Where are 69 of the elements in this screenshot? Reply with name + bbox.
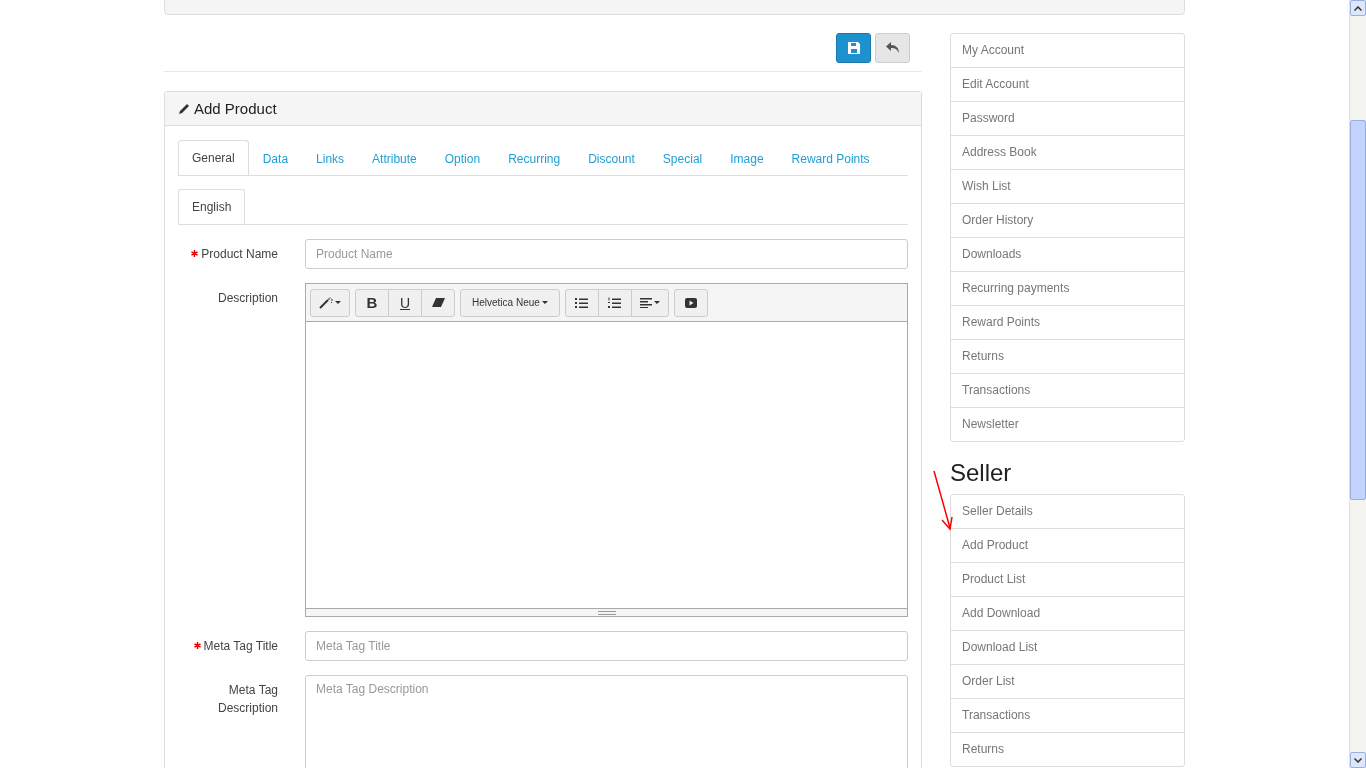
panel-title: Add Product <box>194 100 277 117</box>
caret-icon <box>335 301 341 304</box>
bullet-list-icon <box>575 297 589 308</box>
chevron-down-icon <box>1354 757 1362 763</box>
menu-link[interactable]: Transactions <box>951 698 1184 732</box>
menu-link[interactable]: My Account <box>951 34 1184 67</box>
tab[interactable]: Reward Points <box>777 140 884 176</box>
back-button[interactable] <box>875 33 910 63</box>
numbered-list-icon <box>608 296 622 309</box>
bullet-list-button[interactable] <box>564 288 599 317</box>
menu-link[interactable]: Recurring payments <box>951 271 1184 305</box>
pencil-icon <box>178 102 190 115</box>
field-label: Meta Tag Title <box>203 638 278 655</box>
tab[interactable]: Links <box>302 140 359 176</box>
menu-link[interactable]: Order History <box>951 203 1184 237</box>
menu-link[interactable]: Downloads <box>951 237 1184 271</box>
video-button[interactable] <box>673 288 708 317</box>
bold-button[interactable]: B <box>355 288 389 317</box>
tab[interactable]: Discount <box>574 140 649 176</box>
section-heading: Seller <box>950 460 1012 486</box>
underline-button[interactable]: U <box>388 288 422 317</box>
textarea-field[interactable]: Meta Tag Description <box>305 675 908 768</box>
align-button[interactable] <box>630 288 669 317</box>
save-icon <box>847 42 860 54</box>
field-label: Description <box>217 290 278 307</box>
tab[interactable]: Recurring <box>494 140 575 176</box>
magic-wand-icon <box>319 296 333 309</box>
menu-link[interactable]: Newsletter <box>951 407 1184 441</box>
text-field[interactable]: Product Name <box>305 239 908 269</box>
tab[interactable]: Data <box>248 140 303 176</box>
align-left-icon <box>639 297 652 308</box>
font-button[interactable]: Helvetica Neue <box>460 288 560 317</box>
menu-link[interactable]: Add Download <box>951 596 1184 630</box>
menu-link[interactable]: Seller Details <box>951 495 1184 528</box>
eraser-icon <box>431 298 445 307</box>
menu-link[interactable]: Product List <box>951 562 1184 596</box>
caret-icon <box>653 301 660 304</box>
save-button[interactable] <box>836 33 871 63</box>
eraser-button[interactable] <box>421 288 455 317</box>
style-button[interactable] <box>310 288 350 317</box>
menu-link[interactable]: Password <box>951 101 1184 135</box>
tab[interactable]: English <box>178 189 246 224</box>
menu-link[interactable]: Download List <box>951 630 1184 664</box>
caret-icon <box>541 301 548 304</box>
chevron-up-icon <box>1354 5 1362 11</box>
menu-link[interactable]: Transactions <box>951 373 1184 407</box>
field-label: Product Name <box>201 246 278 263</box>
reply-arrow-icon <box>885 42 900 54</box>
menu-link[interactable]: Add Product <box>951 528 1184 562</box>
tab[interactable]: Image <box>716 140 778 176</box>
text-field[interactable]: Meta Tag Title <box>305 631 908 661</box>
menu-link[interactable]: Returns <box>951 732 1184 766</box>
annotation-arrow <box>933 470 953 531</box>
video-icon <box>684 297 697 308</box>
field-label: Meta Tag Description <box>216 682 278 717</box>
tab[interactable]: Special <box>648 140 717 176</box>
scroll-thumb[interactable] <box>1350 120 1366 500</box>
menu-link[interactable]: Address Book <box>951 135 1184 169</box>
tab[interactable]: Option <box>430 140 495 176</box>
menu-link[interactable]: Reward Points <box>951 305 1184 339</box>
scrollbar[interactable] <box>1349 0 1366 768</box>
menu-link[interactable]: Order List <box>951 664 1184 698</box>
menu-link[interactable]: Wish List <box>951 169 1184 203</box>
menu-link[interactable]: Edit Account <box>951 67 1184 101</box>
menu-link[interactable]: Returns <box>951 339 1184 373</box>
resize-grip-icon <box>597 610 616 615</box>
tab[interactable]: General <box>178 140 249 175</box>
numbered-list-button[interactable] <box>597 288 632 317</box>
tab[interactable]: Attribute <box>358 140 431 176</box>
